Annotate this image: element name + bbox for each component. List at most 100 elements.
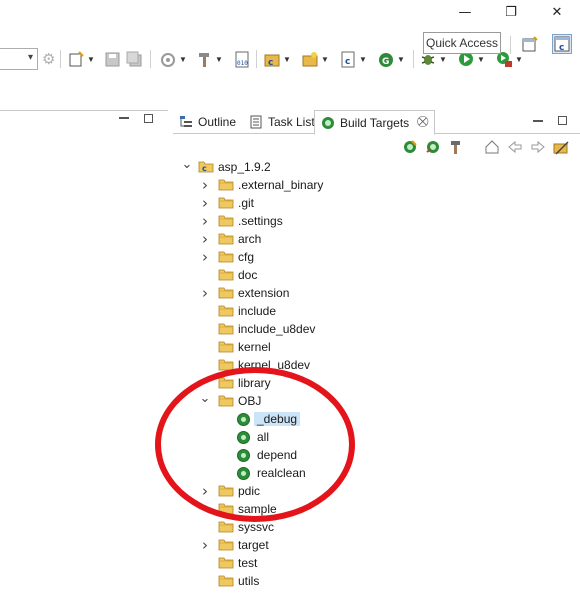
tree-item-label: target	[238, 538, 269, 552]
open-perspective-button[interactable]	[520, 34, 540, 54]
tree-item-folder[interactable]: › .git	[173, 194, 580, 212]
dropdown-arrow-icon: ▼	[477, 54, 485, 64]
edit-target-icon	[426, 141, 439, 153]
maximize-view-button[interactable]	[144, 114, 153, 123]
save-button[interactable]	[104, 49, 121, 69]
chevron-right-icon[interactable]: ›	[200, 176, 210, 194]
tree-item-folder[interactable]: › arch	[173, 230, 580, 248]
tree-item-label: asp_1.9.2	[218, 160, 271, 174]
tree-item-folder[interactable]: › target	[173, 536, 580, 554]
forward-button[interactable]	[529, 138, 547, 156]
chevron-right-icon[interactable]: ›	[200, 230, 210, 248]
tree-item-label: doc	[238, 268, 258, 282]
tab-label: Outline	[198, 115, 237, 129]
tree-item-label: include_u8dev	[238, 322, 316, 336]
launch-config-combo[interactable]: ▾	[0, 48, 38, 70]
new-c-file-button[interactable]: c ▼	[340, 49, 367, 69]
tree-item-folder[interactable]: doc	[173, 266, 580, 284]
folder-icon	[218, 322, 234, 336]
svg-text:c: c	[345, 57, 350, 67]
maximize-view-button[interactable]	[558, 116, 567, 125]
close-button[interactable]: ✕	[534, 0, 580, 24]
tree-item-label: cfg	[238, 250, 255, 264]
tree-item-build-target[interactable]: all	[173, 428, 580, 446]
tree-item-label: realclean	[257, 466, 306, 480]
quick-access-field[interactable]: Quick Access	[423, 32, 501, 54]
toolbar-separator	[150, 50, 151, 68]
tree-item-label: .git	[238, 196, 255, 210]
tree-item-folder[interactable]: › .external_binary	[173, 176, 580, 194]
toolbar-separator	[413, 50, 414, 68]
folder-open-icon	[218, 394, 234, 408]
tab-task-list[interactable]: Task List	[243, 110, 321, 134]
minimize-view-button[interactable]	[119, 117, 129, 119]
tree-item-label: kernel_u8dev	[238, 358, 311, 372]
tree-item-project[interactable]: ⌄ c asp_1.9.2	[173, 155, 580, 176]
tree-item-folder[interactable]: test	[173, 554, 580, 572]
chevron-down-icon[interactable]: ⌄	[182, 155, 193, 173]
new-class-button[interactable]: G ▼	[378, 49, 405, 69]
chevron-down-icon[interactable]: ⌄	[200, 389, 211, 407]
chevron-right-icon[interactable]: ›	[200, 536, 210, 554]
c-perspective-button[interactable]: c	[552, 34, 572, 54]
build-hammer-button[interactable]	[447, 138, 465, 156]
minimize-button[interactable]: —	[442, 0, 488, 24]
chevron-right-icon[interactable]: ›	[200, 482, 210, 500]
tab-build-targets[interactable]: Build Targets ⛒	[314, 110, 436, 135]
dropdown-arrow-icon: ▼	[359, 54, 367, 64]
tree-item-folder[interactable]: include_u8dev	[173, 320, 580, 338]
new-file-icon	[69, 50, 84, 66]
tree-item-folder[interactable]: › .settings	[173, 212, 580, 230]
svg-text:c: c	[268, 58, 273, 68]
c-project-icon: c	[264, 54, 280, 68]
tree-item-folder[interactable]: › pdic	[173, 482, 580, 500]
chevron-right-icon[interactable]: ›	[200, 284, 210, 302]
tree-item-folder[interactable]: include	[173, 302, 580, 320]
tree-item-folder[interactable]: › cfg	[173, 248, 580, 266]
tree-item-folder[interactable]: kernel_u8dev	[173, 356, 580, 374]
tree-item-build-target[interactable]: _debug	[173, 410, 580, 428]
build-button[interactable]: ▼	[160, 49, 187, 69]
new-c-project-button[interactable]: c ▼	[264, 49, 291, 69]
minimize-view-button[interactable]	[533, 120, 543, 122]
binary-button[interactable]: 010	[234, 49, 251, 69]
filter-button[interactable]	[552, 138, 570, 156]
build-target-button[interactable]	[401, 138, 419, 156]
tree-item-folder[interactable]: syssvc	[173, 518, 580, 536]
tree-item-folder[interactable]: ⌄ OBJ	[173, 389, 580, 410]
home-button[interactable]	[483, 138, 501, 156]
tab-outline[interactable]: Outline	[173, 110, 242, 134]
back-button[interactable]	[506, 138, 524, 156]
folder-icon	[218, 232, 234, 246]
tree-item-folder[interactable]: library	[173, 374, 580, 392]
svg-text:c: c	[559, 43, 564, 52]
save-all-button[interactable]	[126, 49, 143, 69]
chevron-right-icon[interactable]: ›	[200, 194, 210, 212]
tree-item-build-target[interactable]: realclean	[173, 464, 580, 482]
tree-item-folder[interactable]: › extension	[173, 284, 580, 302]
build-target-icon	[404, 140, 417, 153]
folder-icon	[218, 520, 234, 534]
tree-item-folder[interactable]: utils	[173, 572, 580, 590]
dropdown-arrow-icon: ▼	[397, 54, 405, 64]
edit-target-button[interactable]	[424, 138, 442, 156]
folder-icon	[218, 340, 234, 354]
tree-item-label: pdic	[238, 484, 261, 498]
new-folder-button[interactable]: ▼	[302, 49, 329, 69]
chevron-right-icon[interactable]: ›	[200, 212, 210, 230]
build-all-button[interactable]: ▼	[196, 49, 223, 69]
gear-icon[interactable]: ⚙	[42, 50, 55, 68]
tree-item-build-target[interactable]: depend	[173, 446, 580, 464]
new-button[interactable]: ▼	[68, 49, 95, 69]
hammer-icon	[199, 52, 209, 67]
hammer-icon	[451, 141, 460, 154]
close-tab-icon[interactable]: ⛒	[417, 116, 428, 129]
dropdown-arrow-icon: ▼	[179, 54, 187, 64]
chevron-right-icon[interactable]: ›	[200, 248, 210, 266]
window-controls: — ❐ ✕	[442, 0, 580, 24]
toolbar-separator	[510, 36, 511, 54]
tree-item-folder[interactable]: sample	[173, 500, 580, 518]
folder-icon	[218, 304, 234, 318]
restore-button[interactable]: ❐	[488, 0, 534, 24]
tree-item-folder[interactable]: kernel	[173, 338, 580, 356]
